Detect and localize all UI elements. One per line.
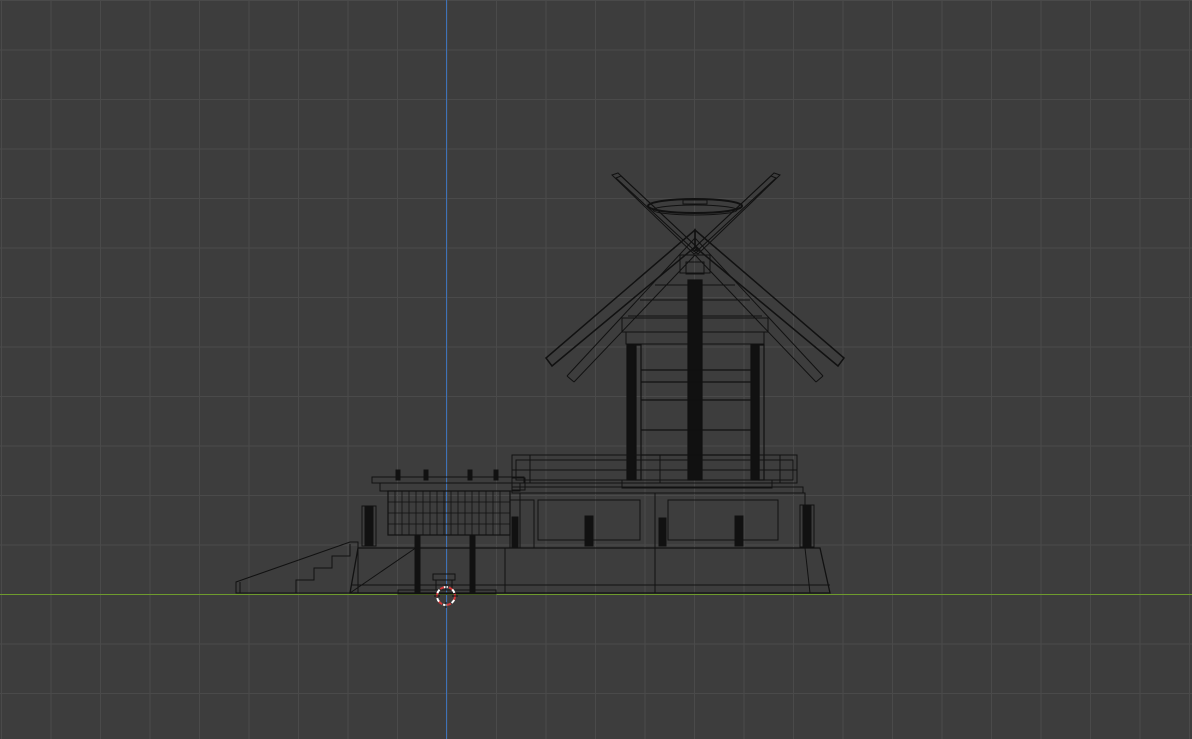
main-hall-columns	[626, 279, 765, 481]
ridge-cap	[647, 198, 743, 216]
shrine-wireframe-model[interactable]	[0, 0, 1192, 739]
3d-cursor-icon[interactable]	[434, 584, 458, 608]
stone-base	[349, 492, 831, 594]
3d-viewport[interactable]	[0, 0, 1192, 739]
entrance-posts	[361, 505, 377, 547]
ema-rack	[371, 469, 535, 595]
